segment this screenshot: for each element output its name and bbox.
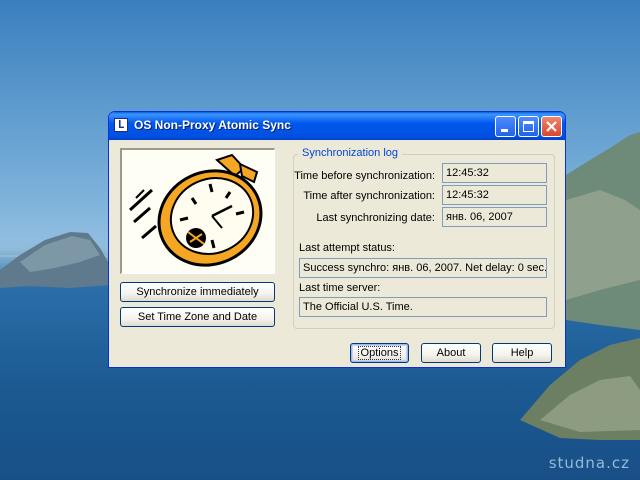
set-timezone-button[interactable]: Set Time Zone and Date — [120, 307, 275, 327]
options-button-label: Options — [357, 346, 402, 360]
attempt-status-field: Success synchro: янв. 06, 2007. Net dela… — [299, 258, 547, 278]
time-server-label: Last time server: — [299, 282, 381, 294]
time-after-label: Time after synchronization: — [303, 190, 435, 202]
time-before-field: 12:45:32 — [442, 163, 547, 183]
watermark: studna.cz — [548, 454, 630, 472]
sync-log-title: Synchronization log — [298, 147, 403, 159]
attempt-status-label: Last attempt status: — [299, 242, 395, 254]
minimize-button[interactable] — [495, 116, 516, 137]
time-after-field: 12:45:32 — [442, 185, 547, 205]
maximize-button[interactable] — [518, 116, 539, 137]
stopwatch-icon — [128, 153, 263, 267]
help-button[interactable]: Help — [492, 343, 552, 363]
maximize-icon — [523, 121, 534, 132]
last-date-field: янв. 06, 2007 — [442, 207, 547, 227]
time-server-field: The Official U.S. Time. — [299, 297, 547, 317]
title-bar[interactable]: L OS Non-Proxy Atomic Sync — [109, 112, 565, 140]
about-button[interactable]: About — [421, 343, 481, 363]
window-title: OS Non-Proxy Atomic Sync — [134, 118, 291, 132]
close-button[interactable] — [541, 116, 562, 137]
minimize-icon — [501, 129, 508, 132]
app-window: L OS Non-Proxy Atomic Sync Synchronize i… — [108, 111, 566, 368]
options-button[interactable]: Options — [350, 343, 409, 363]
synchronize-button[interactable]: Synchronize immediately — [120, 282, 275, 302]
close-icon — [546, 121, 557, 132]
time-before-label: Time before synchronization: — [294, 170, 435, 182]
last-date-label: Last synchronizing date: — [316, 212, 435, 224]
app-icon: L — [114, 118, 128, 132]
stopwatch-image-panel — [120, 148, 275, 274]
